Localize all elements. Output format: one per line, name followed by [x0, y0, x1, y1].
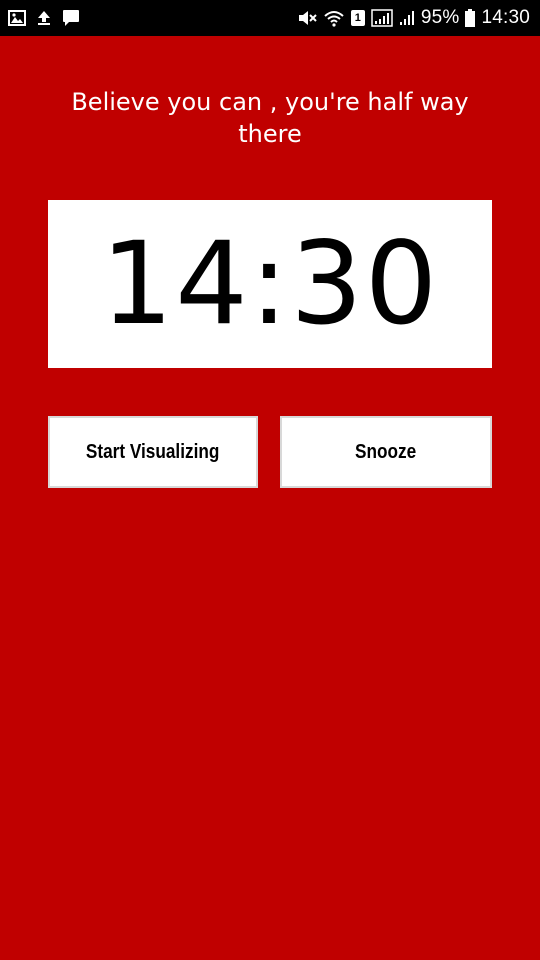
upload-icon: [36, 10, 52, 26]
sim-badge: 1: [350, 10, 365, 26]
signal-icon: [399, 9, 415, 27]
start-visualizing-button[interactable]: Start Visualizing: [48, 416, 258, 488]
signal-icon: [371, 9, 393, 27]
message-icon: [62, 9, 80, 27]
battery-percent: 95%: [420, 7, 460, 28]
status-time: 14:30: [481, 7, 530, 28]
clock-time: 14:30: [100, 217, 440, 350]
image-icon: [8, 10, 26, 26]
wifi-icon: [323, 9, 345, 27]
snooze-label: Snooze: [355, 440, 417, 463]
status-bar: 1 95% 14:30: [0, 0, 540, 36]
motivational-quote: Believe you can , you're half way there: [71, 88, 469, 148]
start-visualizing-label: Start Visualizing: [86, 440, 220, 463]
mute-icon: [297, 9, 317, 27]
status-left-icons: [8, 9, 90, 27]
battery-icon: [465, 9, 476, 27]
snooze-button[interactable]: Snooze: [280, 416, 492, 488]
clock-card: 14:30: [48, 200, 492, 368]
status-right-icons: 1 95% 14:30: [291, 7, 530, 29]
